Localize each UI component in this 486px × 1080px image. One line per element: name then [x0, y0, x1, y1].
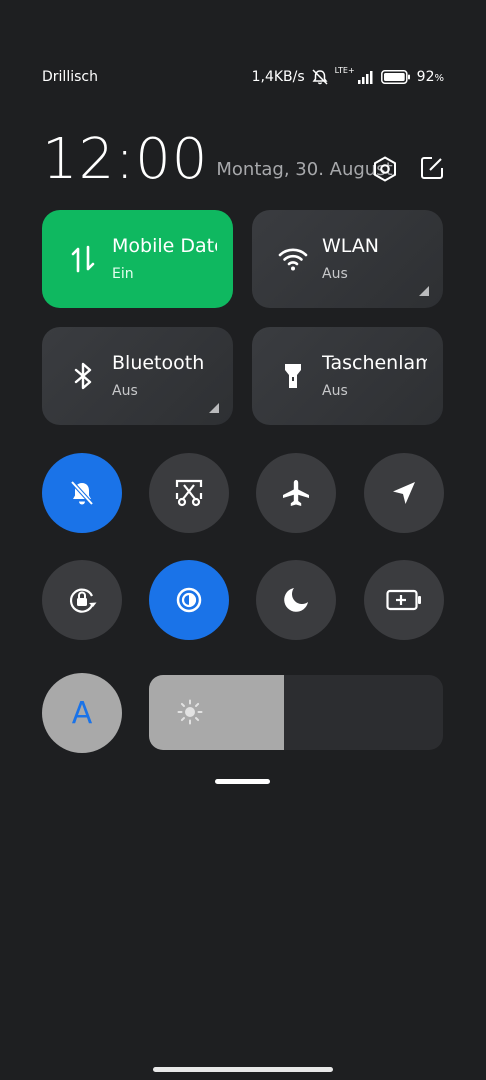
carrier-label: Drillisch — [42, 69, 98, 85]
battery-percent: 92% — [416, 69, 444, 85]
battery-icon — [380, 70, 411, 84]
toggle-screenshot[interactable] — [149, 453, 229, 533]
auto-brightness-label: A — [71, 695, 93, 731]
mobile-data-icon — [71, 245, 95, 273]
status-icons: 1,4KB/s LTE+ 92% — [251, 66, 444, 86]
toggle-silent[interactable] — [42, 453, 122, 533]
wifi-icon — [278, 248, 308, 271]
auto-brightness-button[interactable]: A — [42, 673, 122, 753]
date-label: Montag, 30. August — [216, 159, 393, 180]
tile-title: Bluetooth — [112, 352, 205, 374]
network-speed: 1,4KB/s — [251, 69, 305, 85]
clock: 12:00 — [42, 127, 209, 192]
tile-title: Taschenlampe — [322, 352, 427, 374]
signal-icon — [357, 70, 375, 84]
settings-icon[interactable] — [372, 156, 398, 182]
moon-icon — [284, 588, 308, 612]
silent-bell-status-icon — [311, 69, 329, 85]
tile-title: WLAN — [322, 235, 380, 257]
sun-icon — [177, 699, 203, 725]
header: 12:00 Montag, 30. August — [42, 124, 444, 188]
drag-handle[interactable] — [215, 779, 270, 784]
battery-saver-icon — [386, 589, 421, 611]
brightness-slider-fill — [149, 675, 285, 750]
lte-indicator: LTE+ — [334, 66, 355, 75]
gesture-nav-bar[interactable] — [153, 1067, 333, 1072]
tile-flashlight[interactable]: Taschenlampe Aus — [252, 327, 443, 425]
expand-corner-icon[interactable] — [209, 403, 219, 413]
rotation-lock-icon — [69, 588, 97, 613]
status-bar: Drillisch 1,4KB/s LTE+ 92% — [42, 66, 444, 88]
airplane-icon — [283, 480, 309, 506]
tile-status: Aus — [112, 383, 138, 399]
flashlight-icon — [285, 364, 301, 388]
tile-status: Aus — [322, 383, 348, 399]
toggle-battery-saver[interactable] — [364, 560, 444, 640]
reading-mode-icon — [176, 587, 202, 613]
header-icons — [372, 156, 444, 182]
tile-wlan[interactable]: WLAN Aus — [252, 210, 443, 308]
toggle-rotation-lock[interactable] — [42, 560, 122, 640]
toggle-dark-mode[interactable] — [256, 560, 336, 640]
toggle-location[interactable] — [364, 453, 444, 533]
location-icon — [393, 482, 415, 504]
tile-mobile-data[interactable]: Mobile Daten Ein — [42, 210, 233, 308]
tile-status: Ein — [112, 266, 134, 282]
toggle-airplane[interactable] — [256, 453, 336, 533]
expand-corner-icon[interactable] — [419, 286, 429, 296]
tile-bluetooth[interactable]: Bluetooth Aus — [42, 327, 233, 425]
toggle-reading-mode[interactable] — [149, 560, 229, 640]
brightness-slider[interactable] — [149, 675, 443, 750]
bluetooth-icon — [74, 362, 92, 390]
tile-title: Mobile Daten — [112, 235, 217, 257]
edit-icon[interactable] — [420, 156, 444, 182]
tile-status: Aus — [322, 266, 348, 282]
screenshot-scissors-icon — [175, 479, 203, 507]
silent-bell-icon — [70, 480, 94, 506]
